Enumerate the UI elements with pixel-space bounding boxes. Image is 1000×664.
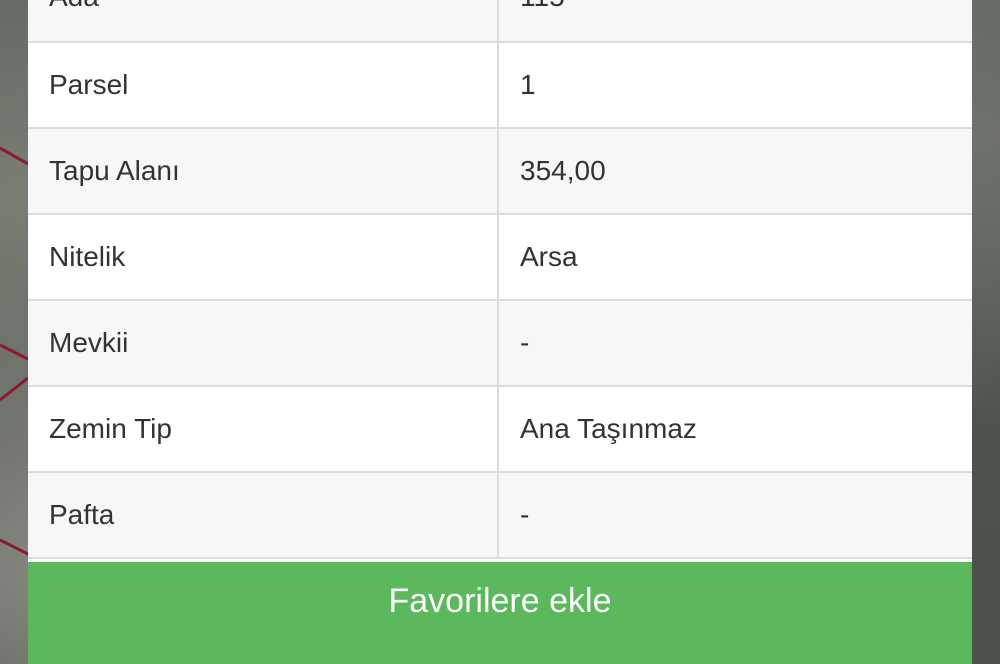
row-label: Nitelik [28, 215, 499, 299]
table-row: Parsel 1 [28, 43, 972, 129]
add-to-favorites-button[interactable]: Favorilere ekle [28, 562, 972, 664]
row-label: Ada [28, 0, 499, 41]
row-label: Mevkii [28, 301, 499, 385]
row-value: Arsa [520, 241, 578, 272]
row-value: - [520, 499, 530, 530]
row-label: Pafta [28, 473, 499, 557]
table-row: Mevkii - [28, 301, 972, 387]
parcel-info-table: Ada 115 Parsel 1 Tapu Alanı 354,00 Nitel… [28, 0, 972, 559]
table-row: Ada 115 [28, 0, 972, 43]
row-value: 354,00 [520, 155, 606, 186]
row-value: Ana Taşınmaz [520, 413, 697, 444]
table-row: Pafta - [28, 473, 972, 559]
table-row: Zemin Tip Ana Taşınmaz [28, 387, 972, 473]
table-row: Tapu Alanı 354,00 [28, 129, 972, 215]
parcel-info-panel: Ada 115 Parsel 1 Tapu Alanı 354,00 Nitel… [28, 0, 972, 664]
row-value: 1 [520, 69, 536, 100]
row-label: Tapu Alanı [28, 129, 499, 213]
row-label: Zemin Tip [28, 387, 499, 471]
row-value: - [520, 327, 530, 358]
row-label: Parsel [28, 43, 499, 127]
table-row: Nitelik Arsa [28, 215, 972, 301]
row-value: 115 [499, 0, 972, 41]
